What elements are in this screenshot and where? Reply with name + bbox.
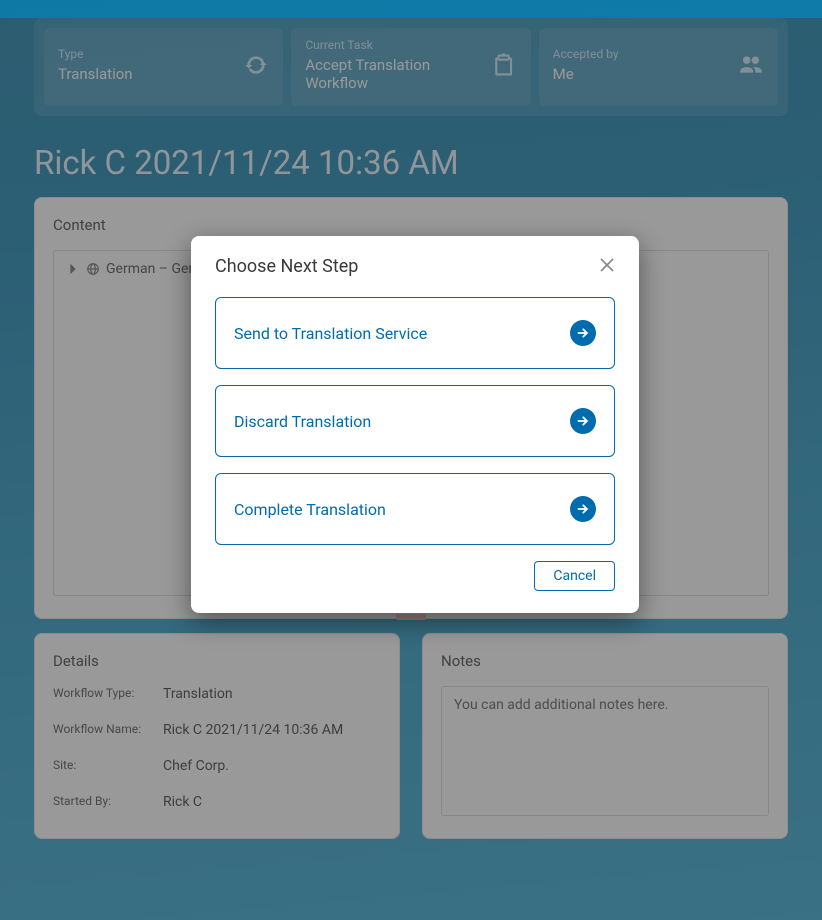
cancel-button[interactable]: Cancel — [534, 561, 615, 591]
modal-title: Choose Next Step — [215, 256, 358, 277]
step-complete-button[interactable]: Complete Translation — [215, 473, 615, 545]
step-send-label: Send to Translation Service — [234, 324, 427, 343]
step-complete-label: Complete Translation — [234, 500, 386, 519]
arrow-right-icon — [570, 408, 596, 434]
arrow-right-icon — [570, 320, 596, 346]
step-discard-label: Discard Translation — [234, 412, 371, 431]
step-discard-button[interactable]: Discard Translation — [215, 385, 615, 457]
next-step-modal: Choose Next Step Send to Translation Ser… — [191, 236, 639, 613]
arrow-right-icon — [570, 496, 596, 522]
modal-close-button[interactable] — [599, 257, 615, 277]
step-send-button[interactable]: Send to Translation Service — [215, 297, 615, 369]
close-icon — [599, 257, 615, 273]
